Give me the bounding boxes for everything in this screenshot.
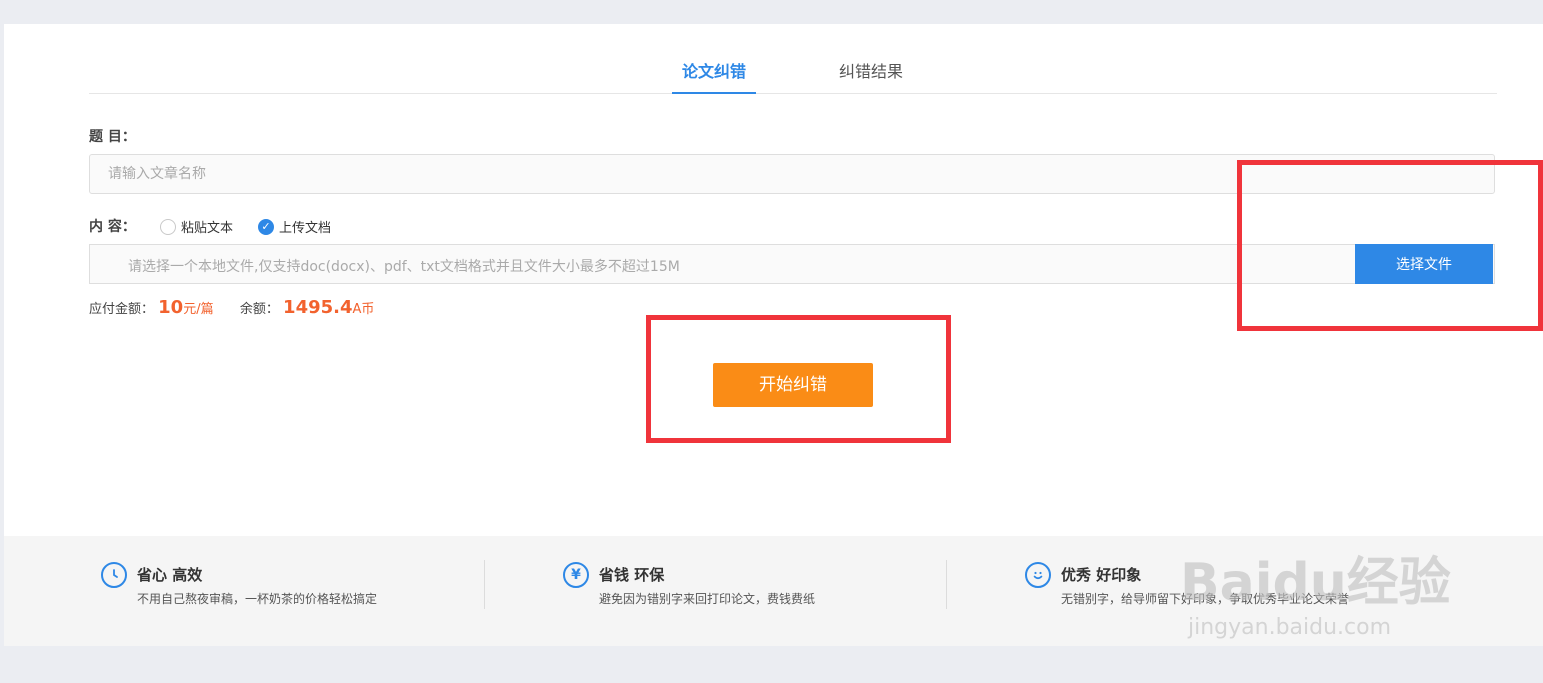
payment-row: 应付金额： 10元/篇 余额： 1495.4A币 bbox=[89, 297, 374, 318]
highlight-box-start-button bbox=[646, 315, 951, 443]
amount-due-value: 10 bbox=[158, 297, 184, 318]
feature-title: 省钱 环保 bbox=[599, 566, 665, 584]
baidu-watermark-url: jingyan.baidu.com bbox=[1188, 615, 1392, 640]
yen-icon: ¥ bbox=[563, 562, 589, 588]
tab-bar: 论文纠错 纠错结果 bbox=[89, 48, 1497, 94]
feature-description: 不用自己熬夜审稿，一杯奶茶的价格轻松搞定 bbox=[137, 592, 378, 606]
radio-paste-text-label: 粘贴文本 bbox=[181, 221, 234, 236]
baidu-watermark: Baidu经验 bbox=[1180, 553, 1451, 613]
file-hint-text: 请选择一个本地文件,仅支持doc(docx)、pdf、txt文档格式并且文件大小… bbox=[128, 259, 680, 275]
title-label: 题 目： bbox=[89, 129, 136, 145]
content-label: 内 容： bbox=[89, 219, 136, 235]
amount-due-label: 应付金额： bbox=[89, 302, 155, 317]
radio-unchecked-icon bbox=[160, 218, 176, 235]
feature-title: 省心 高效 bbox=[137, 566, 203, 584]
radio-upload-doc-label: 上传文档 bbox=[279, 221, 332, 236]
tab-correction-results[interactable]: 纠错结果 bbox=[839, 58, 909, 94]
radio-upload-doc[interactable]: ✓ 上传文档 bbox=[258, 217, 331, 236]
balance-unit: A币 bbox=[352, 302, 375, 317]
highlight-box-choose-file bbox=[1237, 160, 1543, 331]
radio-checked-icon: ✓ bbox=[258, 218, 274, 235]
feature-description: 避免因为错别字来回打印论文，费钱费纸 bbox=[599, 592, 816, 606]
balance-label: 余额： bbox=[239, 302, 279, 317]
amount-due-unit: 元/篇 bbox=[183, 302, 214, 317]
radio-paste-text[interactable]: 粘贴文本 bbox=[160, 217, 233, 236]
balance-value: 1495.4 bbox=[283, 297, 353, 318]
smile-icon bbox=[1025, 562, 1051, 588]
tab-thesis-correction[interactable]: 论文纠错 bbox=[672, 58, 756, 94]
divider bbox=[946, 560, 947, 609]
clock-icon bbox=[101, 562, 127, 588]
feature-title: 优秀 好印象 bbox=[1061, 566, 1142, 584]
divider bbox=[484, 560, 485, 609]
